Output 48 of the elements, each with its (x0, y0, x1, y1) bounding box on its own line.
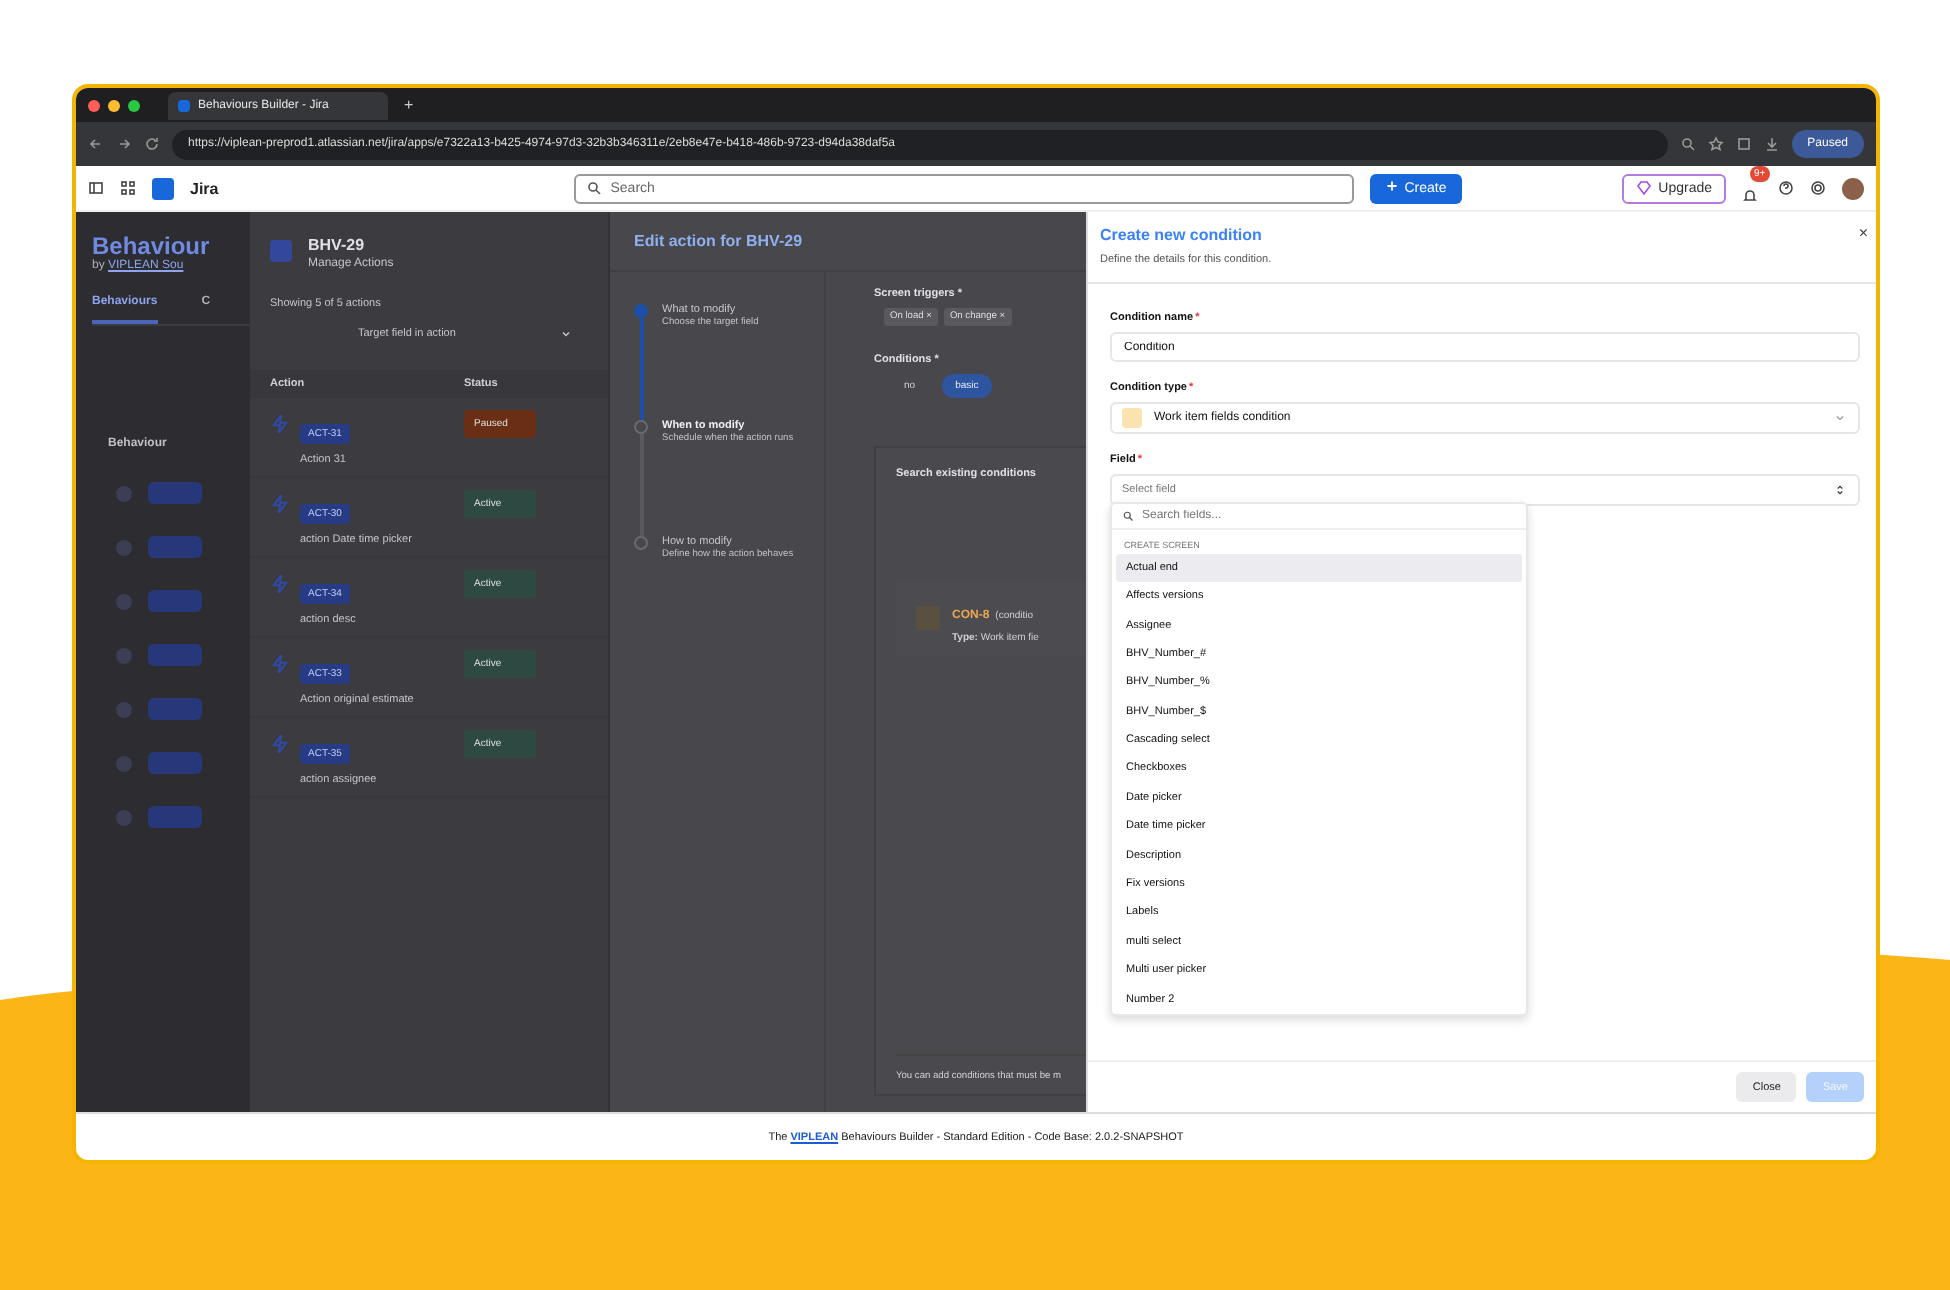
drawer-title: Create new condition (1100, 226, 1262, 244)
page-title: Behaviour (92, 232, 212, 260)
sidebar-icon[interactable] (88, 180, 104, 196)
new-tab-button[interactable]: + (404, 96, 414, 114)
blurred-badge (148, 698, 202, 720)
lightning-icon (270, 734, 290, 754)
gem-icon[interactable] (1636, 180, 1653, 196)
avatar[interactable] (1842, 177, 1864, 199)
zoom-icon[interactable] (1679, 136, 1696, 152)
blurred-badge (148, 806, 202, 828)
blurred-badge (148, 482, 202, 504)
up-down-icon[interactable] (1834, 484, 1846, 496)
settings-icon[interactable] (1810, 180, 1826, 196)
bell-icon[interactable] (1742, 188, 1758, 204)
help-icon[interactable] (1778, 180, 1794, 196)
chevron-down-icon (560, 328, 572, 340)
download-icon[interactable] (1763, 136, 1780, 152)
condition-type-icon (1122, 408, 1142, 428)
status-icon (116, 647, 132, 663)
star-icon[interactable] (1707, 136, 1724, 152)
blurred-badge (148, 644, 202, 666)
behaviour-icon (270, 240, 292, 262)
minimize-window-icon[interactable] (108, 99, 120, 111)
reload-icon[interactable] (144, 136, 160, 152)
forward-icon[interactable] (116, 136, 132, 152)
zoom-window-icon[interactable] (128, 99, 140, 111)
close-button[interactable]: × (1858, 224, 1868, 242)
lightning-icon (270, 654, 290, 674)
status-icon (116, 755, 132, 771)
back-icon[interactable] (88, 136, 104, 152)
close-window-icon[interactable] (88, 99, 100, 111)
blurred-badge (148, 590, 202, 612)
search-icon[interactable] (586, 180, 603, 196)
status-icon (116, 485, 132, 501)
status-icon (116, 593, 132, 609)
status-icon (116, 701, 132, 717)
plus-icon (1386, 180, 1399, 192)
lightning-icon (270, 574, 290, 594)
status-icon (116, 809, 132, 825)
behaviour-key: BHV-29 (308, 236, 394, 254)
blurred-badge (148, 536, 202, 558)
blurred-badge (148, 752, 202, 774)
lightning-icon (270, 414, 290, 434)
product-name: Jira (190, 179, 219, 197)
grid-icon[interactable] (120, 180, 136, 196)
lightning-icon (270, 494, 290, 514)
status-icon (116, 539, 132, 555)
search-icon[interactable] (1122, 509, 1134, 522)
